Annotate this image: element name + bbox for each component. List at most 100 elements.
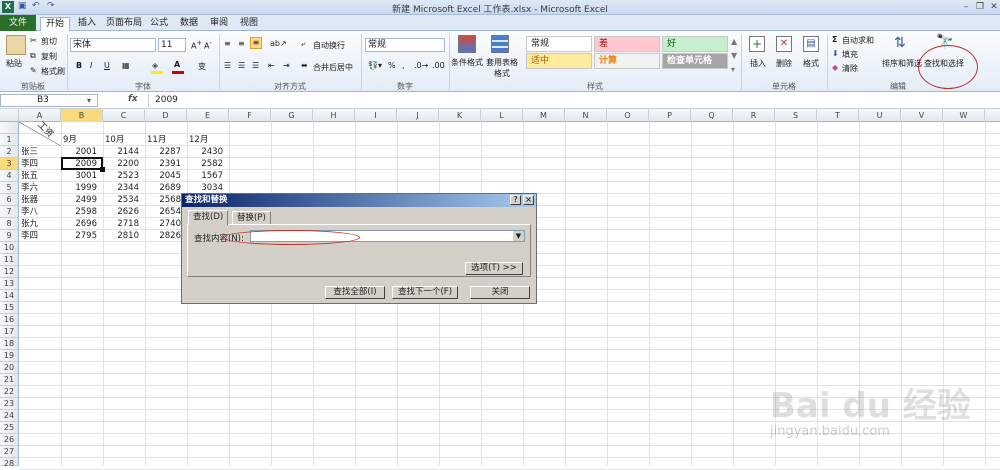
col-header-s[interactable]: S <box>775 109 817 122</box>
name-cell[interactable]: 李四 <box>21 230 38 242</box>
value-cell[interactable]: 1567 <box>187 170 223 182</box>
fill-handle[interactable] <box>100 167 105 172</box>
value-cell[interactable]: 2200 <box>103 158 139 170</box>
header-cell[interactable]: 12月 <box>189 134 208 146</box>
col-header-k[interactable]: K <box>439 109 481 122</box>
tab-insert[interactable]: 插入 <box>74 17 100 31</box>
value-cell[interactable]: 2499 <box>61 194 97 206</box>
value-cell[interactable]: 2568 <box>145 194 181 206</box>
value-cell[interactable]: 2826 <box>145 230 181 242</box>
style-bad[interactable]: 差 <box>594 36 660 52</box>
row-header[interactable]: 18 <box>0 338 19 350</box>
name-box[interactable]: B3 <box>0 94 98 107</box>
styles-more-icon[interactable]: ▾ <box>731 65 735 74</box>
align-bottom-icon[interactable]: ≡ <box>250 37 262 49</box>
row-header[interactable]: 20 <box>0 362 19 374</box>
format-cells-button[interactable]: 格式 <box>803 58 819 69</box>
bold-icon[interactable]: B <box>76 61 82 70</box>
value-cell[interactable]: 2582 <box>187 158 223 170</box>
paste-button[interactable]: 粘贴 <box>6 58 22 69</box>
value-cell[interactable]: 2626 <box>103 206 139 218</box>
col-header-p[interactable]: P <box>649 109 691 122</box>
insert-function-icon[interactable]: fx <box>128 94 142 107</box>
col-header-i[interactable]: I <box>355 109 397 122</box>
tab-view[interactable]: 视图 <box>238 17 260 31</box>
name-cell[interactable]: 张五 <box>21 170 38 182</box>
autosum-icon[interactable]: Σ <box>832 35 837 44</box>
decrease-indent-icon[interactable]: ⇤ <box>268 61 275 70</box>
tab-replace[interactable]: 替换(P) <box>232 211 271 224</box>
row-header[interactable]: 12 <box>0 266 19 278</box>
row-header[interactable]: 17 <box>0 326 19 338</box>
grow-font-icon[interactable]: A+ <box>191 39 202 51</box>
value-cell[interactable]: 2144 <box>103 146 139 158</box>
copy-icon[interactable]: ⧉ <box>30 51 36 61</box>
row-header[interactable]: 2 <box>0 146 19 158</box>
table-format-button[interactable]: 套用表格格式 <box>485 57 519 79</box>
value-cell[interactable]: 3001 <box>61 170 97 182</box>
col-header-c[interactable]: C <box>103 109 145 122</box>
find-history-dropdown-icon[interactable]: ▼ <box>513 231 524 241</box>
italic-icon[interactable]: I <box>90 61 92 70</box>
row-header[interactable]: 11 <box>0 254 19 266</box>
row-header[interactable]: 28 <box>0 458 19 468</box>
tab-formulas[interactable]: 公式 <box>148 17 170 31</box>
col-header-a[interactable]: A <box>19 109 61 122</box>
row-header[interactable]: 16 <box>0 314 19 326</box>
align-center-icon[interactable]: ☰ <box>238 61 245 70</box>
name-cell[interactable]: 张三 <box>21 146 38 158</box>
col-header-h[interactable]: H <box>313 109 355 122</box>
row-header[interactable]: 9 <box>0 230 19 242</box>
help-button[interactable]: ? <box>510 195 521 205</box>
col-header-t[interactable]: T <box>817 109 859 122</box>
sort-filter-icon[interactable]: ⇅ <box>894 35 906 51</box>
format-cells-icon[interactable]: ▤ <box>803 36 819 52</box>
tab-page-layout[interactable]: 页面布局 <box>104 17 144 31</box>
row-header[interactable]: 26 <box>0 434 19 446</box>
font-color-icon[interactable]: A <box>174 60 180 69</box>
name-cell[interactable]: 李八 <box>21 206 38 218</box>
merge-center-icon[interactable]: ⬌ <box>301 61 308 70</box>
align-top-icon[interactable]: ≡ <box>224 39 231 48</box>
style-check-cell[interactable]: 检查单元格 <box>662 53 728 69</box>
row-header[interactable]: 3 <box>0 158 19 170</box>
table-format-icon[interactable] <box>491 35 509 53</box>
sort-filter-button[interactable]: 排序和筛选 <box>882 58 922 69</box>
align-middle-icon[interactable]: ≡ <box>238 39 245 48</box>
tab-home[interactable]: 开始 <box>40 17 70 31</box>
increase-indent-icon[interactable]: ⇥ <box>283 61 290 70</box>
row-header[interactable]: 13 <box>0 278 19 290</box>
merge-center-button[interactable]: 合并后居中 <box>313 62 353 73</box>
select-all-corner[interactable] <box>0 109 19 122</box>
currency-icon[interactable]: 💱▾ <box>368 61 382 70</box>
row-header[interactable]: 23 <box>0 398 19 410</box>
fill-button[interactable]: 填充 <box>842 49 858 60</box>
style-good[interactable]: 好 <box>662 36 728 52</box>
value-cell[interactable]: 2523 <box>103 170 139 182</box>
close-window-icon[interactable]: ✕ <box>986 1 1000 13</box>
value-cell[interactable]: 1999 <box>61 182 97 194</box>
font-name-select[interactable]: 宋体 <box>70 38 156 52</box>
row-header[interactable]: 7 <box>0 206 19 218</box>
clear-icon[interactable]: ◆ <box>832 63 838 72</box>
row-header[interactable]: 6 <box>0 194 19 206</box>
delete-cells-button[interactable]: 删除 <box>776 58 792 69</box>
font-size-select[interactable]: 11 <box>158 38 186 52</box>
conditional-format-button[interactable]: 条件格式 <box>451 57 483 68</box>
col-header-r[interactable]: R <box>733 109 775 122</box>
number-format-select[interactable]: 常规 <box>365 38 445 52</box>
row-header[interactable]: 4 <box>0 170 19 182</box>
col-header-w[interactable]: W <box>943 109 985 122</box>
col-header-l[interactable]: L <box>481 109 523 122</box>
insert-cells-icon[interactable]: + <box>749 36 765 52</box>
col-header-g[interactable]: G <box>271 109 313 122</box>
name-cell[interactable]: 张器 <box>21 194 38 206</box>
col-header-m[interactable]: M <box>523 109 565 122</box>
percent-icon[interactable]: % <box>388 61 396 70</box>
decrease-decimal-icon[interactable]: .00 <box>432 61 445 70</box>
clear-button[interactable]: 清除 <box>842 63 858 74</box>
shrink-font-icon[interactable]: A- <box>204 39 212 51</box>
underline-icon[interactable]: U <box>104 61 110 70</box>
wrap-text-icon[interactable]: ⤶ <box>301 39 305 49</box>
header-cell[interactable]: 11月 <box>147 134 166 146</box>
